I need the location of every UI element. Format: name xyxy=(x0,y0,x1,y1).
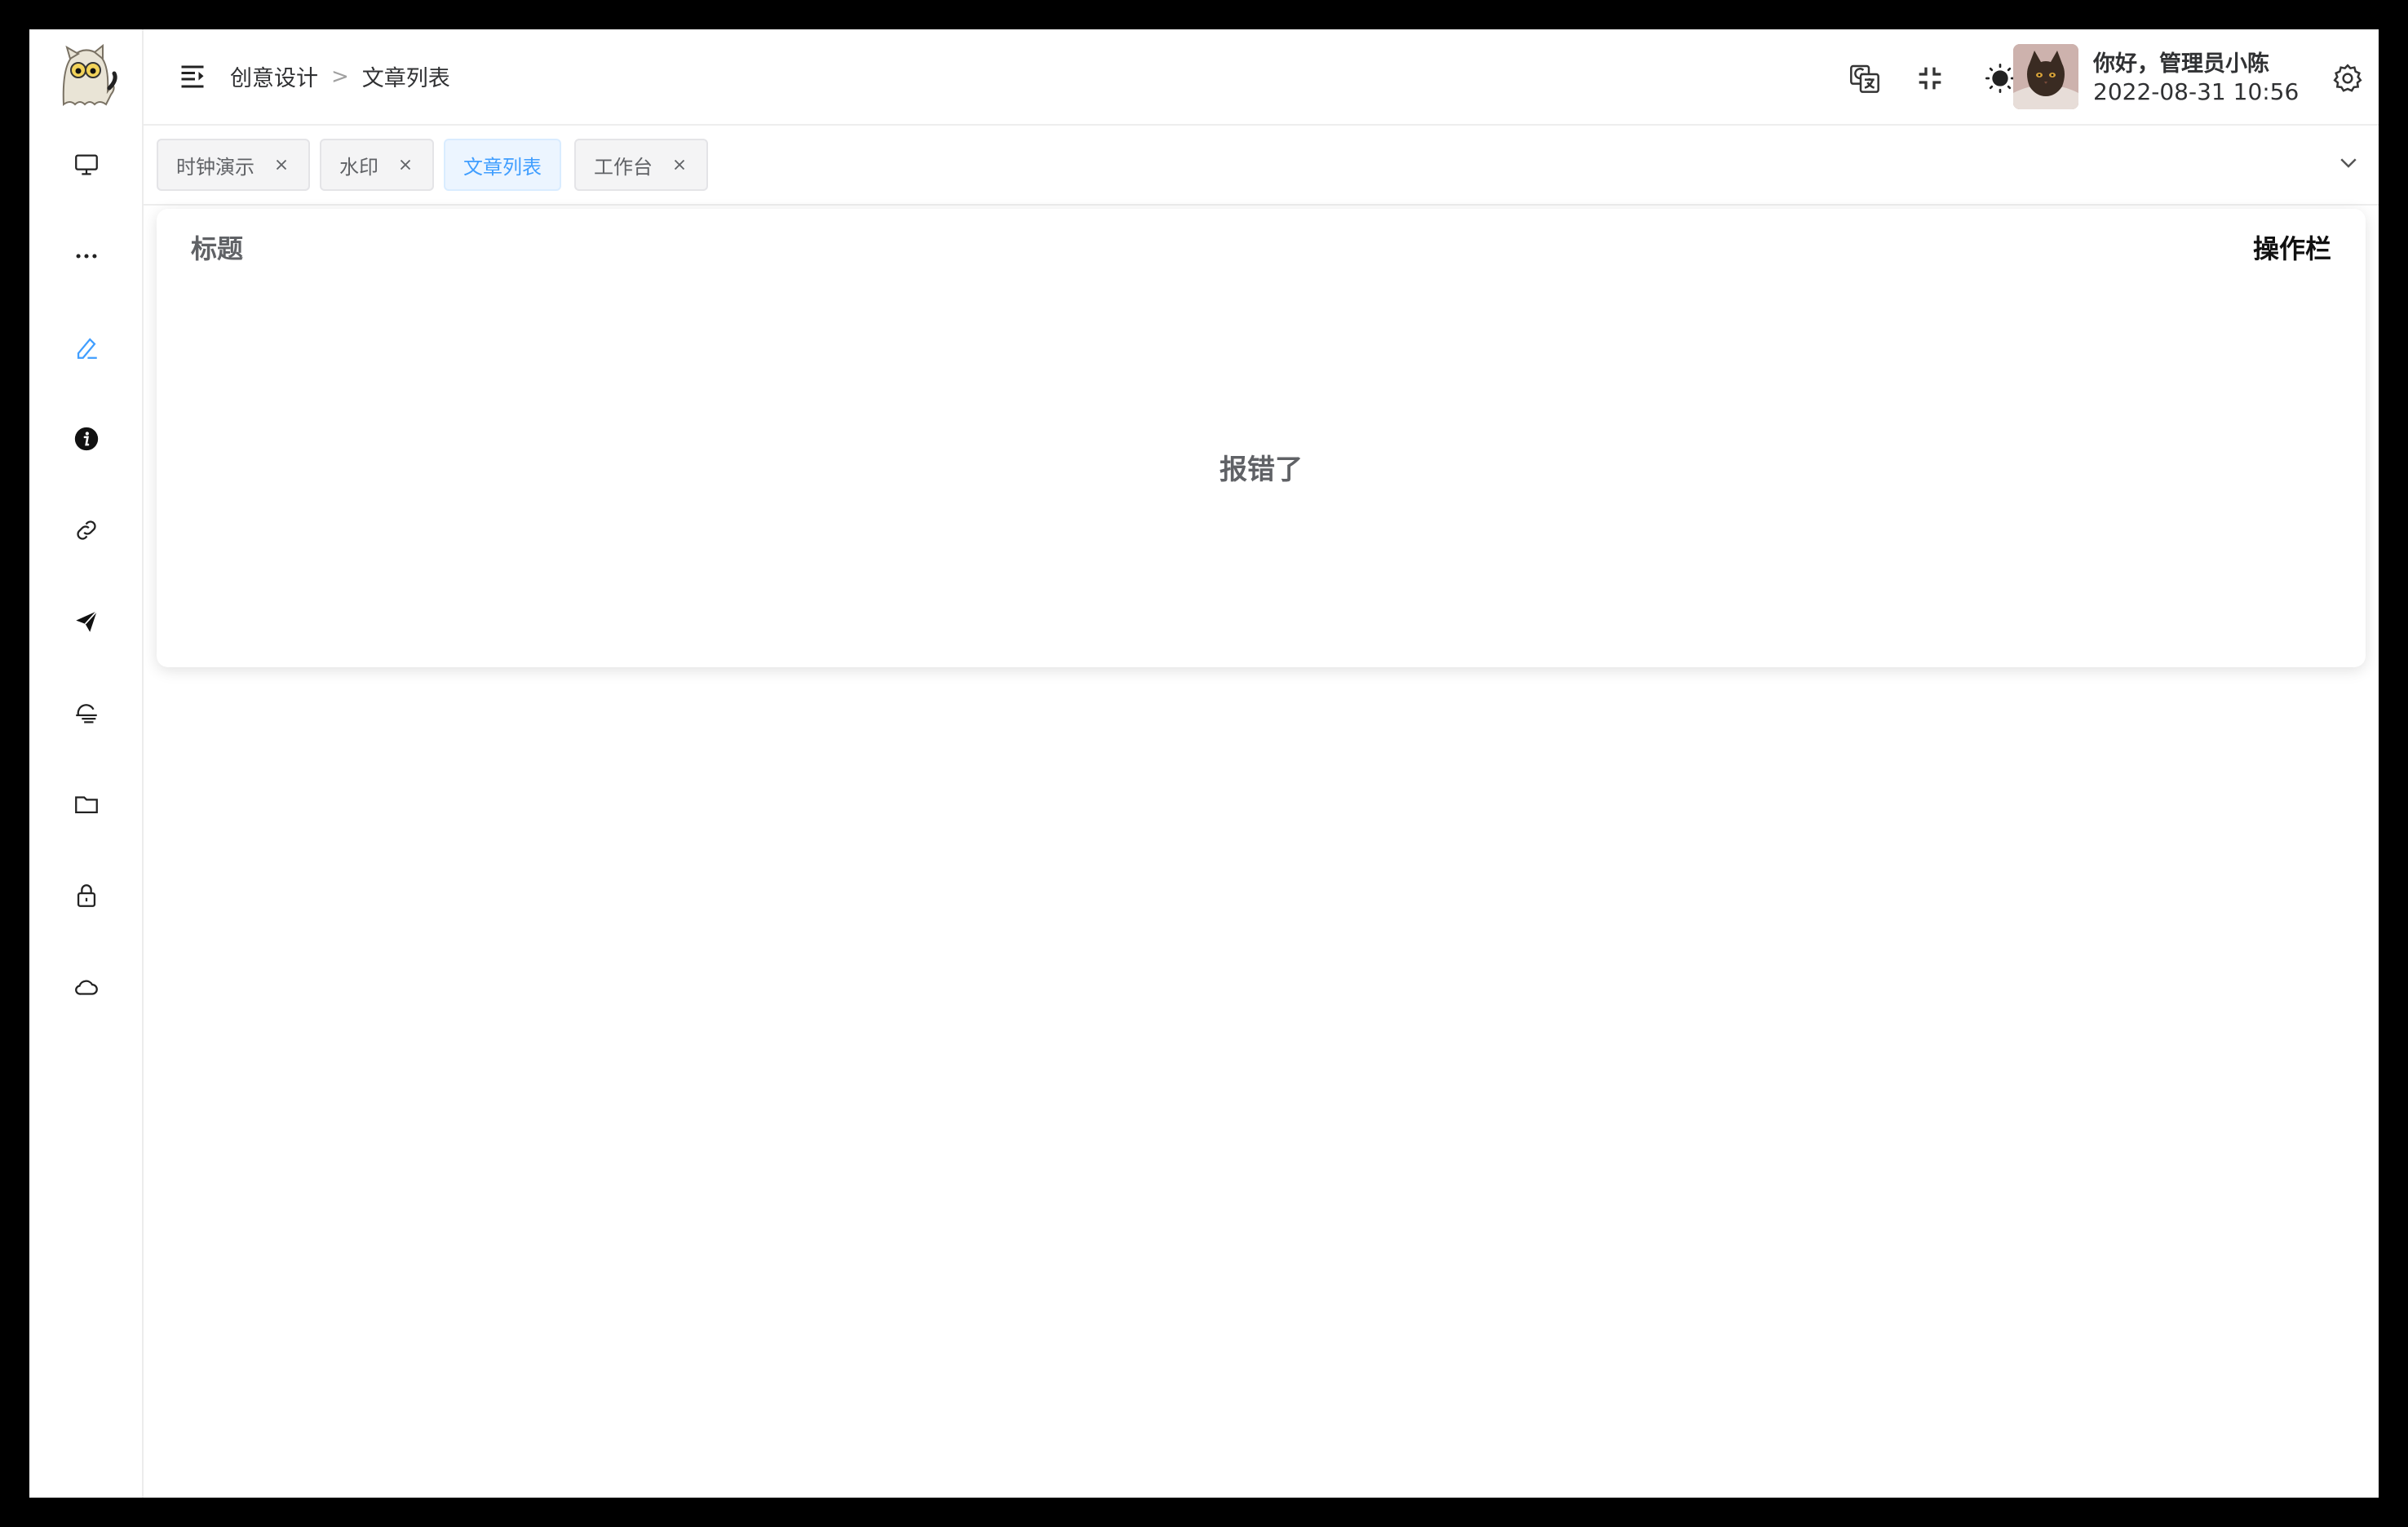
breadcrumb-item-parent[interactable]: 创意设计 xyxy=(230,60,318,92)
link-icon xyxy=(77,520,96,540)
tab-clock-demo[interactable]: 时钟演示 xyxy=(157,139,310,191)
article-table-card: 标题 操作栏 报错了 xyxy=(157,209,2366,667)
close-icon[interactable] xyxy=(671,156,688,174)
language-switch-button[interactable] xyxy=(1847,60,1883,96)
tab-workbench[interactable]: 工作台 xyxy=(574,139,708,191)
monitor-icon xyxy=(75,154,98,175)
compress-icon xyxy=(1919,67,1941,90)
top-header: 创意设计 > 文章列表 你好，管理员小陈 2022-08-31 10:56 xyxy=(144,29,2379,126)
tab-label: 工作台 xyxy=(594,155,653,179)
send-icon xyxy=(76,610,98,632)
info-icon xyxy=(74,427,99,451)
tabs-dropdown-button[interactable] xyxy=(2336,150,2361,175)
more-icon xyxy=(76,254,97,259)
sidebar-item-more[interactable] xyxy=(29,210,144,302)
sidebar-item-dashboard[interactable] xyxy=(29,119,144,210)
sidebar-item-folder[interactable] xyxy=(29,759,144,850)
ice-cream-icon xyxy=(76,704,97,724)
tags-view-bar: 时钟演示 水印 文章列表 工作台 xyxy=(144,126,2379,206)
breadcrumb-separator-icon: > xyxy=(331,64,349,89)
cloud-icon xyxy=(75,980,98,995)
column-header-title: 标题 xyxy=(191,233,244,264)
sidebar-item-ice-cream[interactable] xyxy=(29,667,144,759)
lock-icon xyxy=(77,884,96,907)
edit-pen-icon xyxy=(77,338,97,359)
folder-icon xyxy=(75,796,98,814)
sidebar-item-link[interactable] xyxy=(29,485,144,576)
breadcrumb: 创意设计 > 文章列表 xyxy=(230,60,450,92)
settings-button[interactable] xyxy=(2330,60,2366,96)
tab-label: 文章列表 xyxy=(463,155,542,179)
user-greeting: 你好，管理员小陈 xyxy=(2093,51,2269,77)
tab-watermark[interactable]: 水印 xyxy=(320,139,434,191)
tab-article-list[interactable]: 文章列表 xyxy=(444,139,561,191)
sidebar-item-cloud[interactable] xyxy=(29,941,144,1033)
menu-fold-icon xyxy=(181,65,204,88)
app-window: 创意设计 > 文章列表 你好，管理员小陈 2022-08-31 10:56 时钟… xyxy=(29,29,2379,1498)
close-icon[interactable] xyxy=(272,156,290,174)
breadcrumb-item-current: 文章列表 xyxy=(361,66,450,91)
column-header-actions: 操作栏 xyxy=(2252,233,2331,264)
close-icon[interactable] xyxy=(396,156,414,174)
logo-ghost-cat[interactable] xyxy=(52,41,121,109)
sidebar-item-send[interactable] xyxy=(29,576,144,667)
sidebar-item-creative-design[interactable] xyxy=(29,302,144,393)
tab-label: 时钟演示 xyxy=(176,155,255,179)
tab-label: 水印 xyxy=(339,155,378,179)
sidebar-item-about[interactable] xyxy=(29,393,144,485)
table-empty-text: 报错了 xyxy=(1219,454,1303,486)
sidebar-collapse-button[interactable] xyxy=(178,62,207,91)
translate-icon xyxy=(1850,64,1879,93)
current-datetime: 2022-08-31 10:56 xyxy=(2093,78,2300,105)
exit-fullscreen-button[interactable] xyxy=(1912,60,1948,96)
gear-icon xyxy=(2333,64,2362,92)
sun-icon xyxy=(1985,64,2015,93)
sidebar-item-lock[interactable] xyxy=(29,850,144,941)
chevron-down-icon xyxy=(2340,158,2357,168)
sidebar xyxy=(29,29,144,1498)
avatar[interactable] xyxy=(2013,44,2078,109)
